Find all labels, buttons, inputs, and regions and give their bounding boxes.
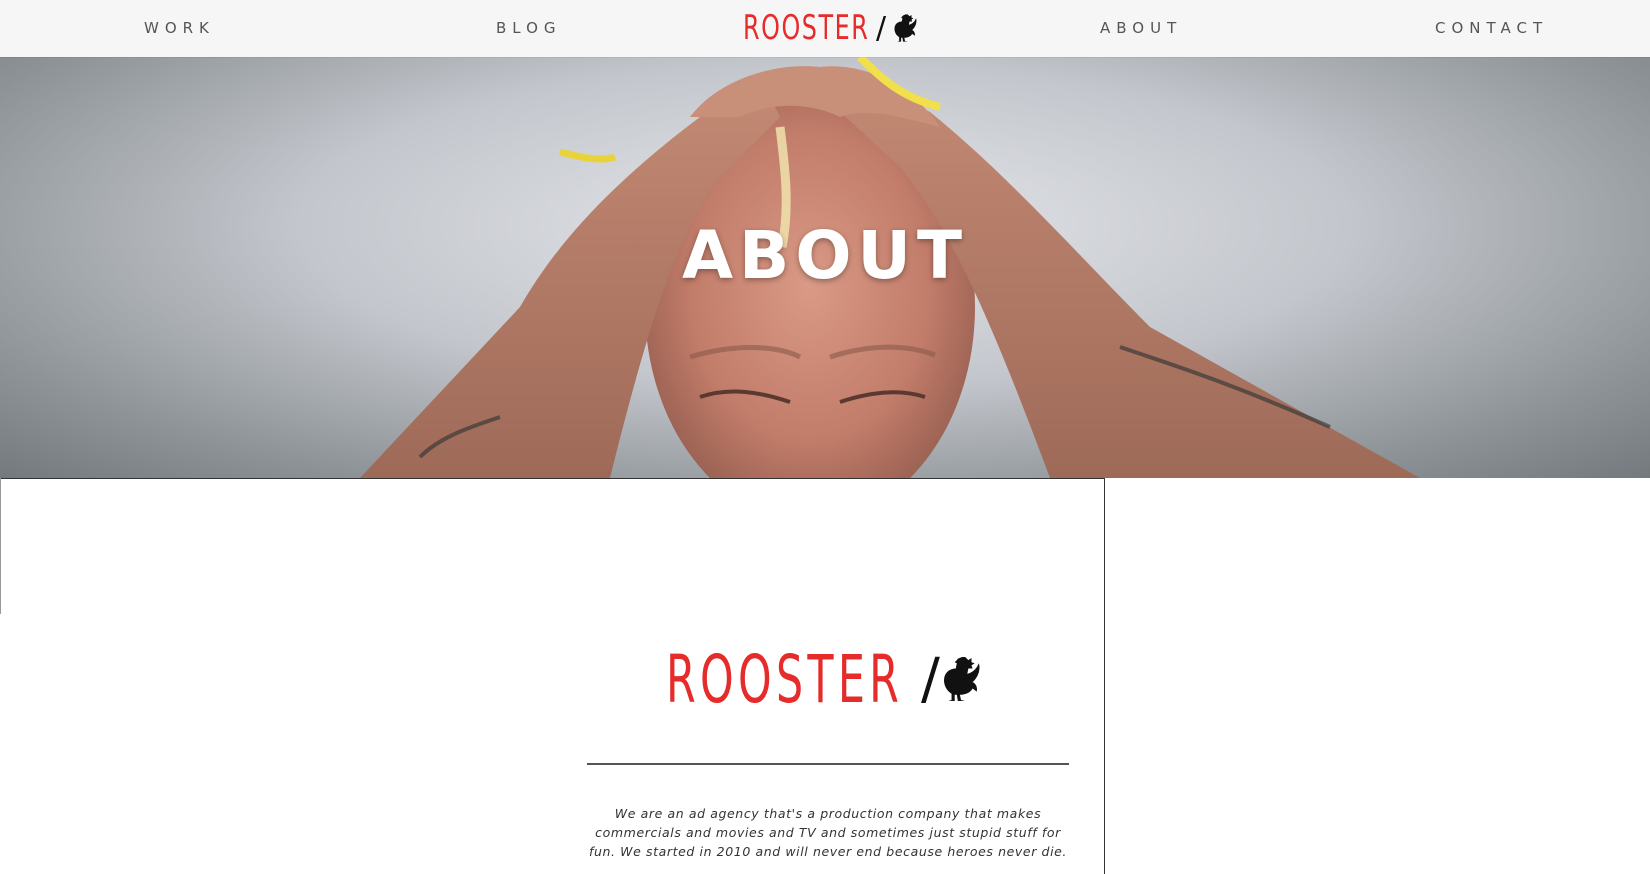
hero-banner: ABOUT xyxy=(0,57,1650,478)
content-divider-rule xyxy=(587,763,1069,765)
header-logo[interactable]: ROOSTER / xyxy=(743,6,918,50)
left-edge-line xyxy=(0,478,1,614)
rooster-icon xyxy=(943,656,980,702)
logo-wordmark: ROOSTER xyxy=(743,7,870,48)
nav-link-work[interactable]: WORK xyxy=(144,0,215,57)
nav-link-contact[interactable]: CONTACT xyxy=(1435,0,1548,57)
logo-slash: / xyxy=(876,10,893,46)
about-logo-wordmark: ROOSTER xyxy=(666,640,904,718)
rooster-icon xyxy=(894,14,917,42)
top-navigation: WORK BLOG ROOSTER / ABOUT CONTACT xyxy=(0,0,1650,57)
nav-link-about[interactable]: ABOUT xyxy=(1100,0,1182,57)
about-logo: ROOSTER / xyxy=(666,641,982,718)
section-divider-horizontal xyxy=(0,478,1104,479)
about-logo-slash: / xyxy=(921,646,940,712)
page-title: ABOUT xyxy=(681,217,969,294)
section-divider-vertical xyxy=(1104,478,1105,874)
about-description: We are an ad agency that's a production … xyxy=(588,805,1068,859)
nav-link-blog[interactable]: BLOG xyxy=(496,0,562,57)
